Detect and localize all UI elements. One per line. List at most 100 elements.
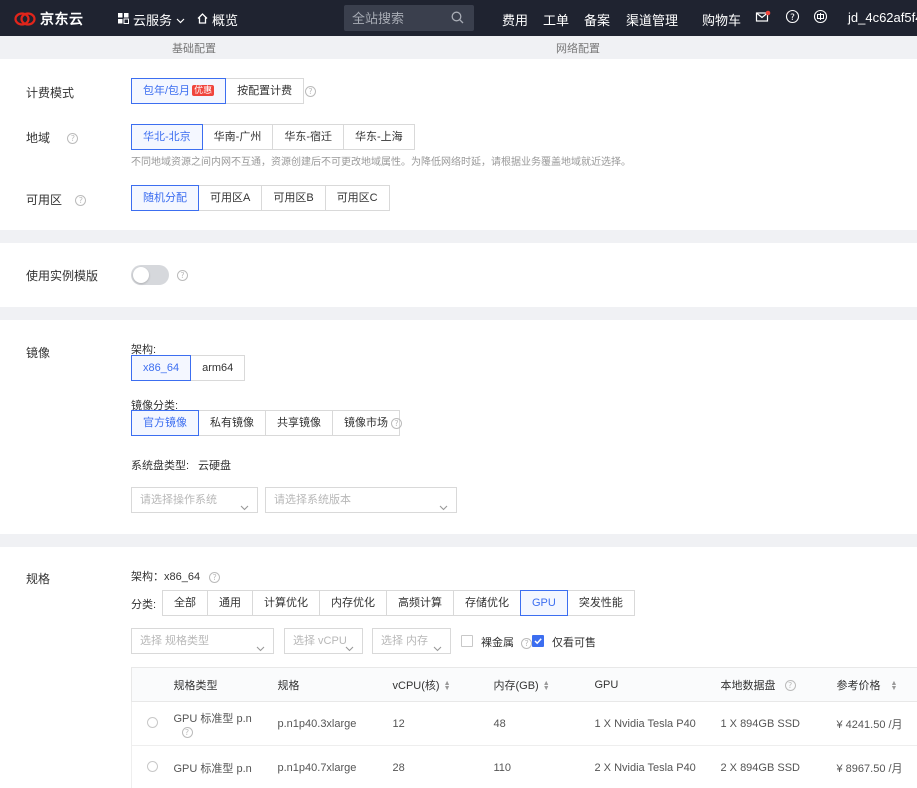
overview-link[interactable]: 概览 (197, 10, 238, 29)
region-option-shanghai[interactable]: 华东-上海 (343, 124, 415, 150)
billing-option-prepaid[interactable]: 包年/包月 优惠 (131, 78, 227, 104)
az-label: 可用区 ? (26, 191, 87, 208)
image-category-shared[interactable]: 共享镜像 (265, 410, 333, 436)
baremetal-checkbox[interactable] (461, 635, 473, 647)
spec-card: 规格 架构：x86_64 ? 分类: 全部 通用 计算优化 内存优化 高频计算 … (0, 547, 917, 788)
nav-link-billing[interactable]: 费用 (502, 10, 528, 29)
region-label: 地域 ? (26, 129, 79, 146)
table-header-row: 规格类型 规格 vCPU(核) ▲ ▼ 内存(GB) ▲ ▼ GPU 本地数据盘 ? 参… (131, 667, 917, 702)
nav-link-channel[interactable]: 渠道管理 (626, 10, 678, 29)
help-icon[interactable]: ? (75, 195, 87, 207)
chevron-down-icon (345, 637, 354, 661)
help-icon[interactable]: ? (305, 86, 316, 97)
col-vcpu[interactable]: vCPU(核) ▲ ▼ (392, 667, 494, 702)
table-row[interactable]: GPU 标准型 p.n? p.n1p40.3xlarge 12 48 1 X N… (131, 701, 917, 746)
az-option-c[interactable]: 可用区C (324, 185, 390, 211)
az-option-a[interactable]: 可用区A (198, 185, 263, 211)
baremetal-label: 裸金属 ? (481, 634, 533, 650)
cloud-services-menu[interactable]: 云服务 (118, 10, 185, 29)
spec-class-options: 全部 通用 计算优化 内存优化 高频计算 存储优化 GPU 突发性能 (162, 590, 635, 616)
language-icon[interactable] (813, 9, 828, 27)
az-option-b[interactable]: 可用区B (261, 185, 326, 211)
nav-link-icp[interactable]: 备案 (584, 10, 610, 29)
spec-class-general[interactable]: 通用 (207, 590, 253, 616)
region-hint: 不同地域资源之间内网不互通，资源创建后不可更改地域属性。为降低网络时延，请根据业… (131, 157, 631, 168)
grid-icon (118, 12, 129, 27)
vcpu-filter[interactable]: 选择 vCPU (284, 628, 363, 654)
help-icon[interactable]: ? (181, 727, 193, 739)
region-option-guangzhou[interactable]: 华南-广州 (201, 124, 274, 150)
image-category-private[interactable]: 私有镜像 (198, 410, 266, 436)
global-search (344, 5, 474, 31)
nav-link-tickets[interactable]: 工单 (543, 10, 569, 29)
arch-option-arm64[interactable]: arm64 (190, 355, 246, 381)
help-icon[interactable]: ? (391, 418, 402, 429)
search-icon[interactable] (451, 11, 464, 27)
arch-options: x86_64 arm64 (131, 355, 246, 381)
spec-class-burst[interactable]: 突发性能 (566, 590, 635, 616)
os-select[interactable]: 请选择操作系统 (131, 487, 258, 513)
row-spec: p.n1p40.3xlarge (277, 701, 393, 746)
help-icon[interactable]: ? (521, 637, 533, 649)
step-tabs: 基础配置 网络配置 (0, 36, 917, 58)
home-icon (197, 12, 208, 27)
help-icon[interactable]: ? (784, 680, 796, 692)
help-icon[interactable]: ? (209, 571, 221, 583)
image-category-market[interactable]: 镜像市场 (332, 410, 400, 436)
nav-link-cart[interactable]: 购物车 (702, 10, 741, 29)
available-only-label: 仅看可售 (552, 637, 596, 649)
arch-option-x86[interactable]: x86_64 (131, 355, 192, 381)
spec-class-memory[interactable]: 内存优化 (319, 590, 387, 616)
spec-class-storage[interactable]: 存储优化 (453, 590, 521, 616)
col-spec: 规格 (277, 667, 393, 702)
template-card: 使用实例模版 ? (0, 243, 917, 307)
row-local-disk: 2 X 894GB SSD (720, 745, 837, 788)
spec-class-all[interactable]: 全部 (162, 590, 208, 616)
spec-class-gpu[interactable]: GPU (520, 590, 568, 616)
checkmark-icon (534, 638, 542, 645)
az-options: 随机分配 可用区A 可用区B 可用区C (131, 185, 390, 211)
col-memory[interactable]: 内存(GB) ▲ ▼ (493, 667, 595, 702)
region-option-beijing[interactable]: 华北-北京 (131, 124, 203, 150)
row-spec: p.n1p40.7xlarge (277, 745, 393, 788)
billing-options: 包年/包月 优惠 按配置计费 (131, 78, 305, 104)
help-icon[interactable]: ? (67, 133, 79, 145)
billing-option-payg[interactable]: 按配置计费 (225, 78, 305, 104)
region-options: 华北-北京 华南-广州 华东-宿迁 华东-上海 (131, 124, 415, 150)
toggle-knob (133, 267, 149, 283)
step-basic-config[interactable]: 基础配置 (172, 40, 216, 56)
template-toggle[interactable] (131, 265, 169, 285)
image-category-official[interactable]: 官方镜像 (131, 410, 199, 436)
sort-icon: ▲ ▼ (542, 679, 550, 692)
row-gpu: 2 X Nvidia Tesla P40 (594, 745, 721, 788)
spec-class-label: 分类: (131, 599, 157, 611)
os-version-select[interactable]: 请选择系统版本 (265, 487, 457, 513)
row-radio[interactable] (147, 760, 159, 772)
help-icon[interactable]: ? (177, 270, 188, 281)
mail-icon[interactable] (755, 9, 771, 28)
step-network-config[interactable]: 网络配置 (556, 40, 600, 56)
spec-class-highfreq[interactable]: 高频计算 (386, 590, 454, 616)
row-radio[interactable] (147, 716, 159, 728)
region-option-suqian[interactable]: 华东-宿迁 (272, 124, 345, 150)
top-nav: 京东云 云服务 概览 费用 工单 备案 渠道管理 购物车 ? jd_4c62af… (0, 0, 917, 36)
table-row[interactable]: GPU 标准型 p.n p.n1p40.7xlarge 28 110 2 X N… (131, 745, 917, 788)
row-local-disk: 1 X 894GB SSD (720, 701, 837, 746)
spec-class-compute[interactable]: 计算优化 (252, 590, 320, 616)
row-vcpu: 28 (392, 745, 494, 788)
overview-label: 概览 (212, 13, 239, 28)
memory-filter[interactable]: 选择 内存 (372, 628, 451, 654)
help-icon[interactable]: ? (785, 9, 800, 27)
spec-type-filter[interactable]: 选择 规格类型 (131, 628, 274, 654)
sort-icon: ▲ ▼ (443, 679, 451, 692)
spec-arch: 架构：x86_64 ? (131, 568, 221, 584)
row-price: ¥ 8967.50 /月 (836, 745, 917, 788)
available-only-checkbox[interactable] (532, 635, 544, 647)
az-option-random[interactable]: 随机分配 (131, 185, 199, 211)
user-account[interactable]: jd_4c62af5f4 (848, 10, 917, 25)
logo[interactable]: 京东云 (14, 9, 84, 29)
chevron-down-icon (433, 637, 442, 661)
image-category-options: 官方镜像 私有镜像 共享镜像 镜像市场 (131, 410, 400, 436)
search-input[interactable] (352, 9, 452, 27)
col-price[interactable]: 参考价格 ▲ ▼ (836, 667, 917, 702)
